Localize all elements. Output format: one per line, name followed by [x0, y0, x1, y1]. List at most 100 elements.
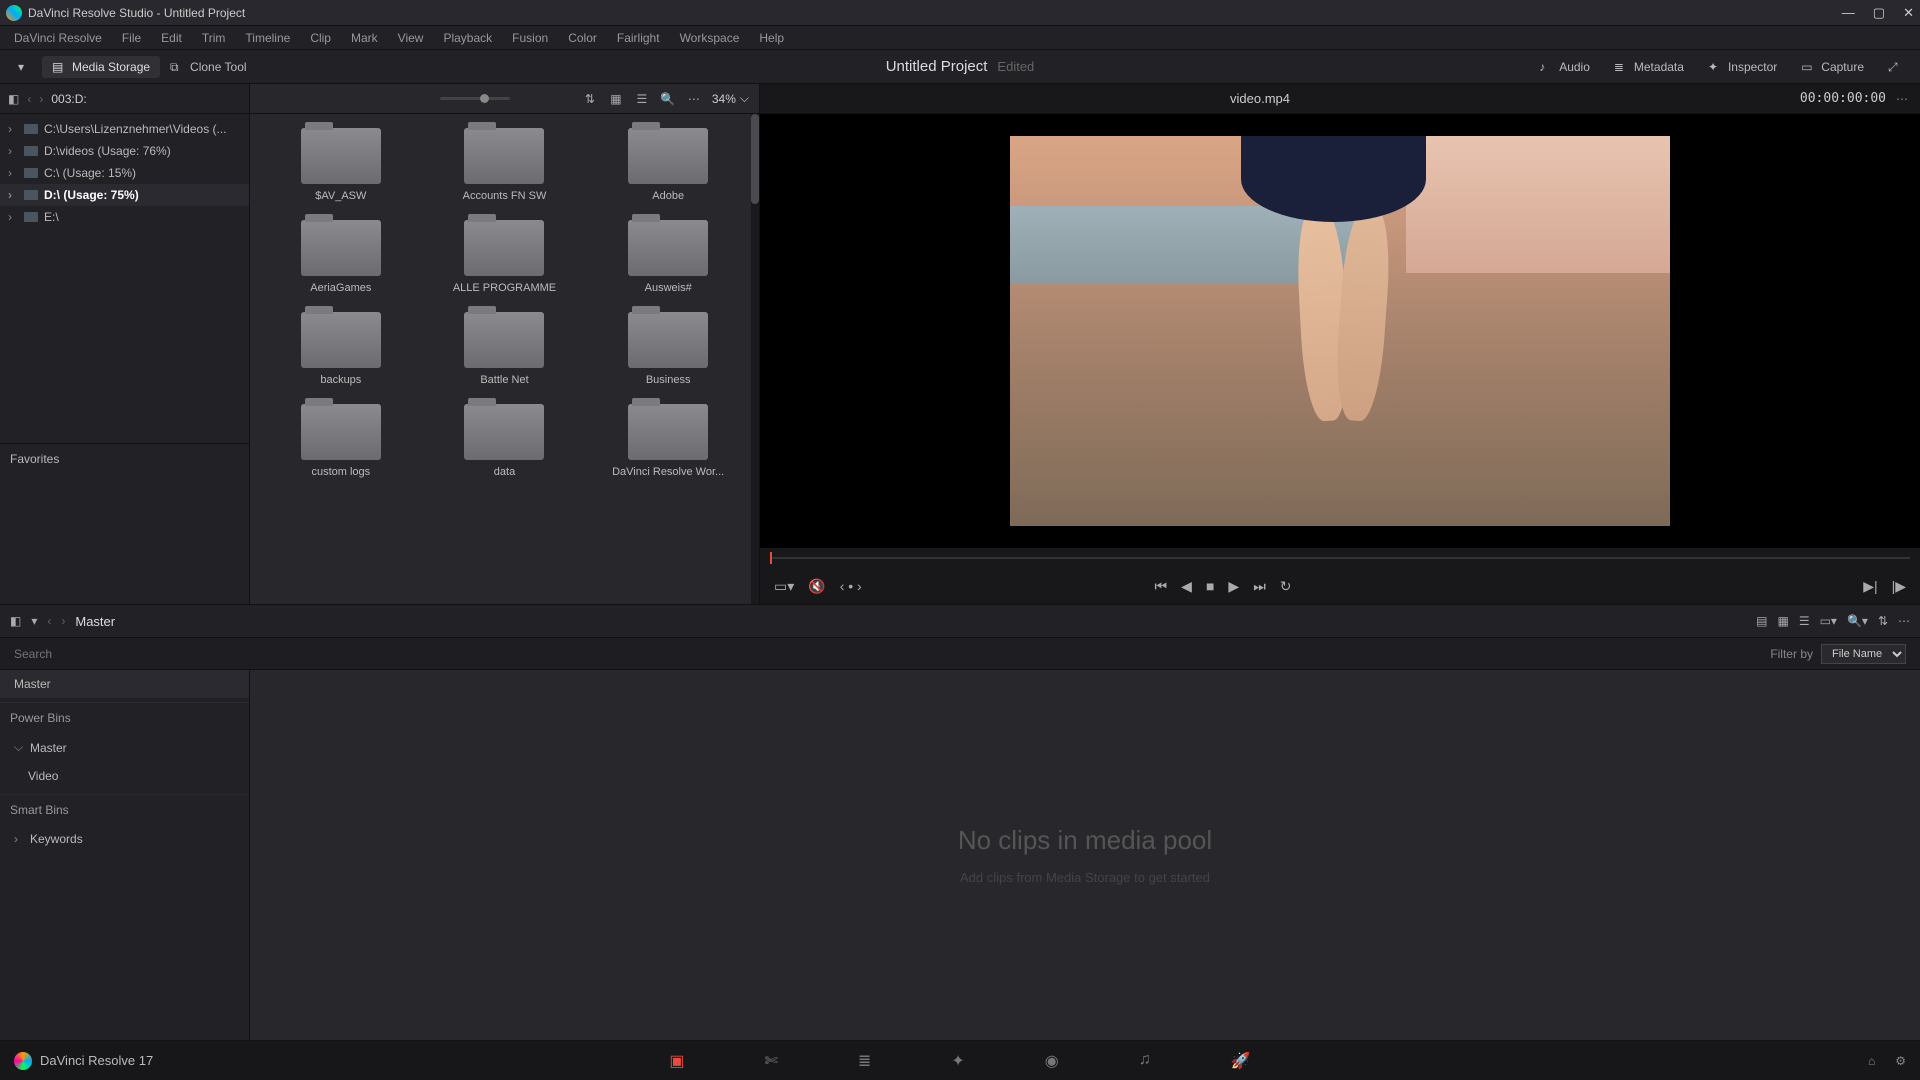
pool-breadcrumb[interactable]: Master — [75, 614, 115, 629]
grid-view-icon[interactable]: ▦ — [608, 91, 624, 107]
match-frame-icon[interactable]: ▭▾ — [774, 578, 794, 595]
viewer-more-icon[interactable]: ⋯ — [1896, 92, 1908, 106]
drive-item[interactable]: ›E:\ — [0, 206, 249, 228]
folder-item[interactable]: ALLE PROGRAMME — [428, 220, 582, 294]
maximize-icon[interactable]: ▢ — [1873, 5, 1885, 21]
bin-master[interactable]: Master — [0, 670, 249, 698]
viewer-frame[interactable] — [1010, 136, 1670, 526]
list-view-icon[interactable]: ☰ — [634, 91, 650, 107]
menu-trim[interactable]: Trim — [194, 28, 234, 48]
jump-last-icon[interactable]: |▶ — [1892, 578, 1906, 595]
drive-item[interactable]: ›D:\ (Usage: 75%) — [0, 184, 249, 206]
pool-sort-icon[interactable]: ⇅ — [1878, 614, 1888, 628]
menu-color[interactable]: Color — [560, 28, 605, 48]
folder-item[interactable]: Battle Net — [428, 312, 582, 386]
bin-video[interactable]: Video — [0, 762, 249, 790]
sort-icon[interactable]: ⇅ — [582, 91, 598, 107]
menu-file[interactable]: File — [114, 28, 149, 48]
minimize-icon[interactable]: — — [1842, 5, 1855, 21]
pool-more-icon[interactable]: ⋯ — [1898, 614, 1910, 628]
clone-tool-button[interactable]: ⧉ Clone Tool — [160, 56, 256, 78]
thumbnail-size-slider[interactable] — [440, 97, 510, 100]
home-icon[interactable]: ⌂ — [1868, 1054, 1875, 1068]
folder-item[interactable]: DaVinci Resolve Wor... — [591, 404, 745, 478]
sidebar-toggle-icon[interactable]: ◧ — [8, 92, 19, 106]
filter-by-select[interactable]: File Name — [1821, 644, 1906, 664]
viewer-scrubber[interactable] — [760, 548, 1920, 568]
folder-item[interactable]: custom logs — [264, 404, 418, 478]
page-deliver-icon[interactable]: 🚀 — [1231, 1051, 1251, 1071]
page-cut-icon[interactable]: ✄ — [765, 1051, 778, 1071]
power-bins-header[interactable]: Power Bins — [0, 702, 249, 733]
expand-button[interactable]: ⤢ — [1878, 56, 1912, 78]
search-icon[interactable]: 🔍 — [660, 91, 676, 107]
first-frame-icon[interactable]: ⏮ — [1155, 578, 1168, 595]
stop-icon[interactable]: ■ — [1206, 578, 1214, 594]
pool-search-icon[interactable]: 🔍▾ — [1847, 614, 1868, 628]
drive-item[interactable]: ›C:\ (Usage: 15%) — [0, 162, 249, 184]
audio-panel-button[interactable]: ♪Audio — [1529, 56, 1600, 78]
menu-edit[interactable]: Edit — [153, 28, 190, 48]
nav-back-icon[interactable]: ‹ — [27, 92, 31, 106]
favorites-header[interactable]: Favorites — [0, 443, 249, 474]
zoom-chevron-icon[interactable]: ⌵ — [740, 91, 749, 106]
menu-playback[interactable]: Playback — [435, 28, 500, 48]
menu-mark[interactable]: Mark — [343, 28, 386, 48]
menu-davinci[interactable]: DaVinci Resolve — [6, 28, 110, 48]
pool-fwd-icon[interactable]: › — [61, 614, 65, 628]
search-input[interactable] — [14, 647, 1770, 661]
capture-label: Capture — [1821, 60, 1864, 74]
pool-back-icon[interactable]: ‹ — [47, 614, 51, 628]
drive-item[interactable]: ›C:\Users\Lizenznehmer\Videos (... — [0, 118, 249, 140]
menu-workspace[interactable]: Workspace — [672, 28, 748, 48]
bin-keywords[interactable]: ›Keywords — [0, 825, 249, 853]
loop-icon[interactable]: ↻ — [1280, 578, 1292, 595]
menu-view[interactable]: View — [390, 28, 432, 48]
bin-power-master[interactable]: ⌵Master — [0, 733, 249, 762]
media-pool-main[interactable]: No clips in media pool Add clips from Me… — [250, 670, 1920, 1040]
pool-strip-view-icon[interactable]: ▤ — [1756, 614, 1767, 628]
metadata-panel-button[interactable]: ≣Metadata — [1604, 56, 1694, 78]
prev-frame-icon[interactable]: ◀ — [1181, 578, 1192, 595]
pool-sidebar-icon[interactable]: ◧ — [10, 614, 21, 628]
folder-item[interactable]: data — [428, 404, 582, 478]
folder-item[interactable]: Business — [591, 312, 745, 386]
menu-help[interactable]: Help — [751, 28, 792, 48]
folder-item[interactable]: backups — [264, 312, 418, 386]
drive-item[interactable]: ›D:\videos (Usage: 76%) — [0, 140, 249, 162]
pool-list-view-icon[interactable]: ☰ — [1799, 614, 1810, 628]
panel-toggle-button[interactable]: ▾ — [8, 56, 42, 78]
pool-view-mode-icon[interactable]: ▾ — [31, 614, 37, 628]
close-icon[interactable]: ✕ — [1903, 5, 1914, 21]
folder-item[interactable]: AeriaGames — [264, 220, 418, 294]
folder-item[interactable]: Ausweis# — [591, 220, 745, 294]
folder-item[interactable]: $AV_ASW — [264, 128, 418, 202]
menu-fairlight[interactable]: Fairlight — [609, 28, 668, 48]
inspector-panel-button[interactable]: ✦Inspector — [1698, 56, 1787, 78]
jump-next-icon[interactable]: ▶| — [1863, 578, 1877, 595]
nav-fwd-icon[interactable]: › — [39, 92, 43, 106]
settings-icon[interactable]: ⚙ — [1895, 1054, 1906, 1068]
folder-item[interactable]: Adobe — [591, 128, 745, 202]
folder-label: $AV_ASW — [315, 190, 366, 202]
menu-fusion[interactable]: Fusion — [504, 28, 556, 48]
more-icon[interactable]: ⋯ — [686, 91, 702, 107]
mute-icon[interactable]: 🔇 — [808, 578, 825, 595]
menu-timeline[interactable]: Timeline — [237, 28, 298, 48]
media-storage-button[interactable]: ▤ Media Storage — [42, 56, 160, 78]
folder-item[interactable]: Accounts FN SW — [428, 128, 582, 202]
smart-bins-header[interactable]: Smart Bins — [0, 794, 249, 825]
page-color-icon[interactable]: ◉ — [1045, 1051, 1059, 1071]
mark-in-icon[interactable]: ‹ • › — [840, 578, 862, 594]
capture-panel-button[interactable]: ▭Capture — [1791, 56, 1874, 78]
browser-scrollbar[interactable] — [751, 114, 759, 604]
pool-frame-icon[interactable]: ▭▾ — [1820, 614, 1837, 628]
page-fairlight-icon[interactable]: ♫ — [1139, 1051, 1151, 1071]
page-media-icon[interactable]: ▣ — [669, 1051, 684, 1071]
page-fusion-icon[interactable]: ✦ — [951, 1051, 964, 1071]
pool-grid-view-icon[interactable]: ▦ — [1777, 614, 1788, 628]
page-edit-icon[interactable]: ≣ — [858, 1051, 871, 1071]
menu-clip[interactable]: Clip — [302, 28, 339, 48]
next-frame-icon[interactable]: ⏭ — [1253, 578, 1266, 595]
play-icon[interactable]: ▶ — [1228, 578, 1239, 595]
